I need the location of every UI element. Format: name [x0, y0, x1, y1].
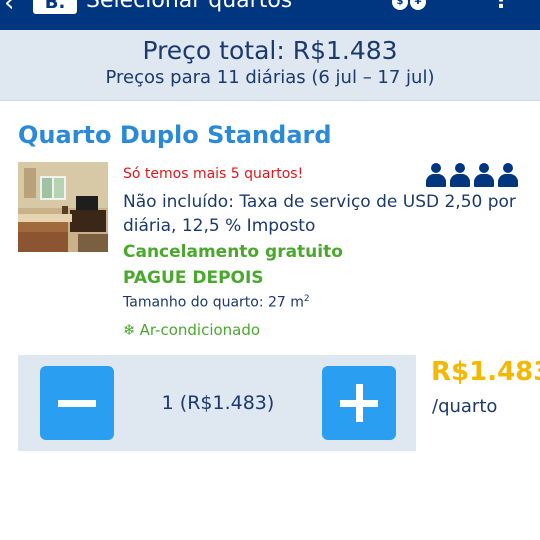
more-vertical-icon[interactable]: ⋮	[490, 0, 512, 13]
amenity-air-conditioning: ❄ Ar-condicionado	[123, 321, 523, 339]
app-bar: ‹ B. Selecionar quartos $ ¥ ⋮	[0, 0, 540, 30]
room-price: R$1.483	[431, 357, 540, 387]
price-unit: /quarto	[432, 396, 498, 417]
snowflake-icon: ❄	[123, 320, 136, 339]
room-photo-image	[18, 162, 108, 252]
room-size-unit: 2	[303, 294, 310, 304]
decrease-quantity-button[interactable]	[40, 366, 114, 440]
screen-title: Selecionar quartos	[86, 0, 293, 13]
free-cancellation: Cancelamento gratuito	[123, 242, 343, 262]
room-quantity-selector: 1 (R$1.483)	[18, 355, 416, 451]
dollar-icon: $	[392, 0, 408, 10]
room-photo[interactable]	[18, 162, 108, 252]
plus-icon-vertical	[356, 384, 363, 422]
yen-icon: ¥	[410, 0, 426, 10]
room-title[interactable]: Quarto Duplo Standard	[18, 121, 332, 149]
currency-button[interactable]: $ ¥	[392, 0, 426, 10]
total-price: Preço total: R$1.483	[142, 36, 398, 65]
back-arrow-icon[interactable]: ‹	[4, 0, 14, 18]
not-included-fees: Não incluído: Taxa de serviço de USD 2,5…	[123, 192, 516, 236]
quantity-value: 1 (R$1.483)	[161, 392, 275, 414]
room-size: Tamanho do quarto: 27 m2	[123, 294, 523, 311]
minus-icon	[58, 400, 96, 407]
price-summary: Preço total: R$1.483 Preços para 11 diár…	[0, 30, 540, 101]
room-details: Só temos mais 5 quartos! Não incluído: T…	[123, 166, 523, 339]
amenity-label: Ar-condicionado	[139, 320, 261, 339]
increase-quantity-button[interactable]	[322, 366, 396, 440]
booking-logo: B.	[33, 0, 77, 14]
room-size-label: Tamanho do quarto: 27 m	[123, 294, 304, 311]
pay-later: PAGUE DEPOIS	[123, 268, 264, 288]
scarcity-message: Só temos mais 5 quartos!	[123, 166, 304, 182]
stay-period: Preços para 11 diárias (6 jul – 17 jul)	[105, 67, 435, 88]
